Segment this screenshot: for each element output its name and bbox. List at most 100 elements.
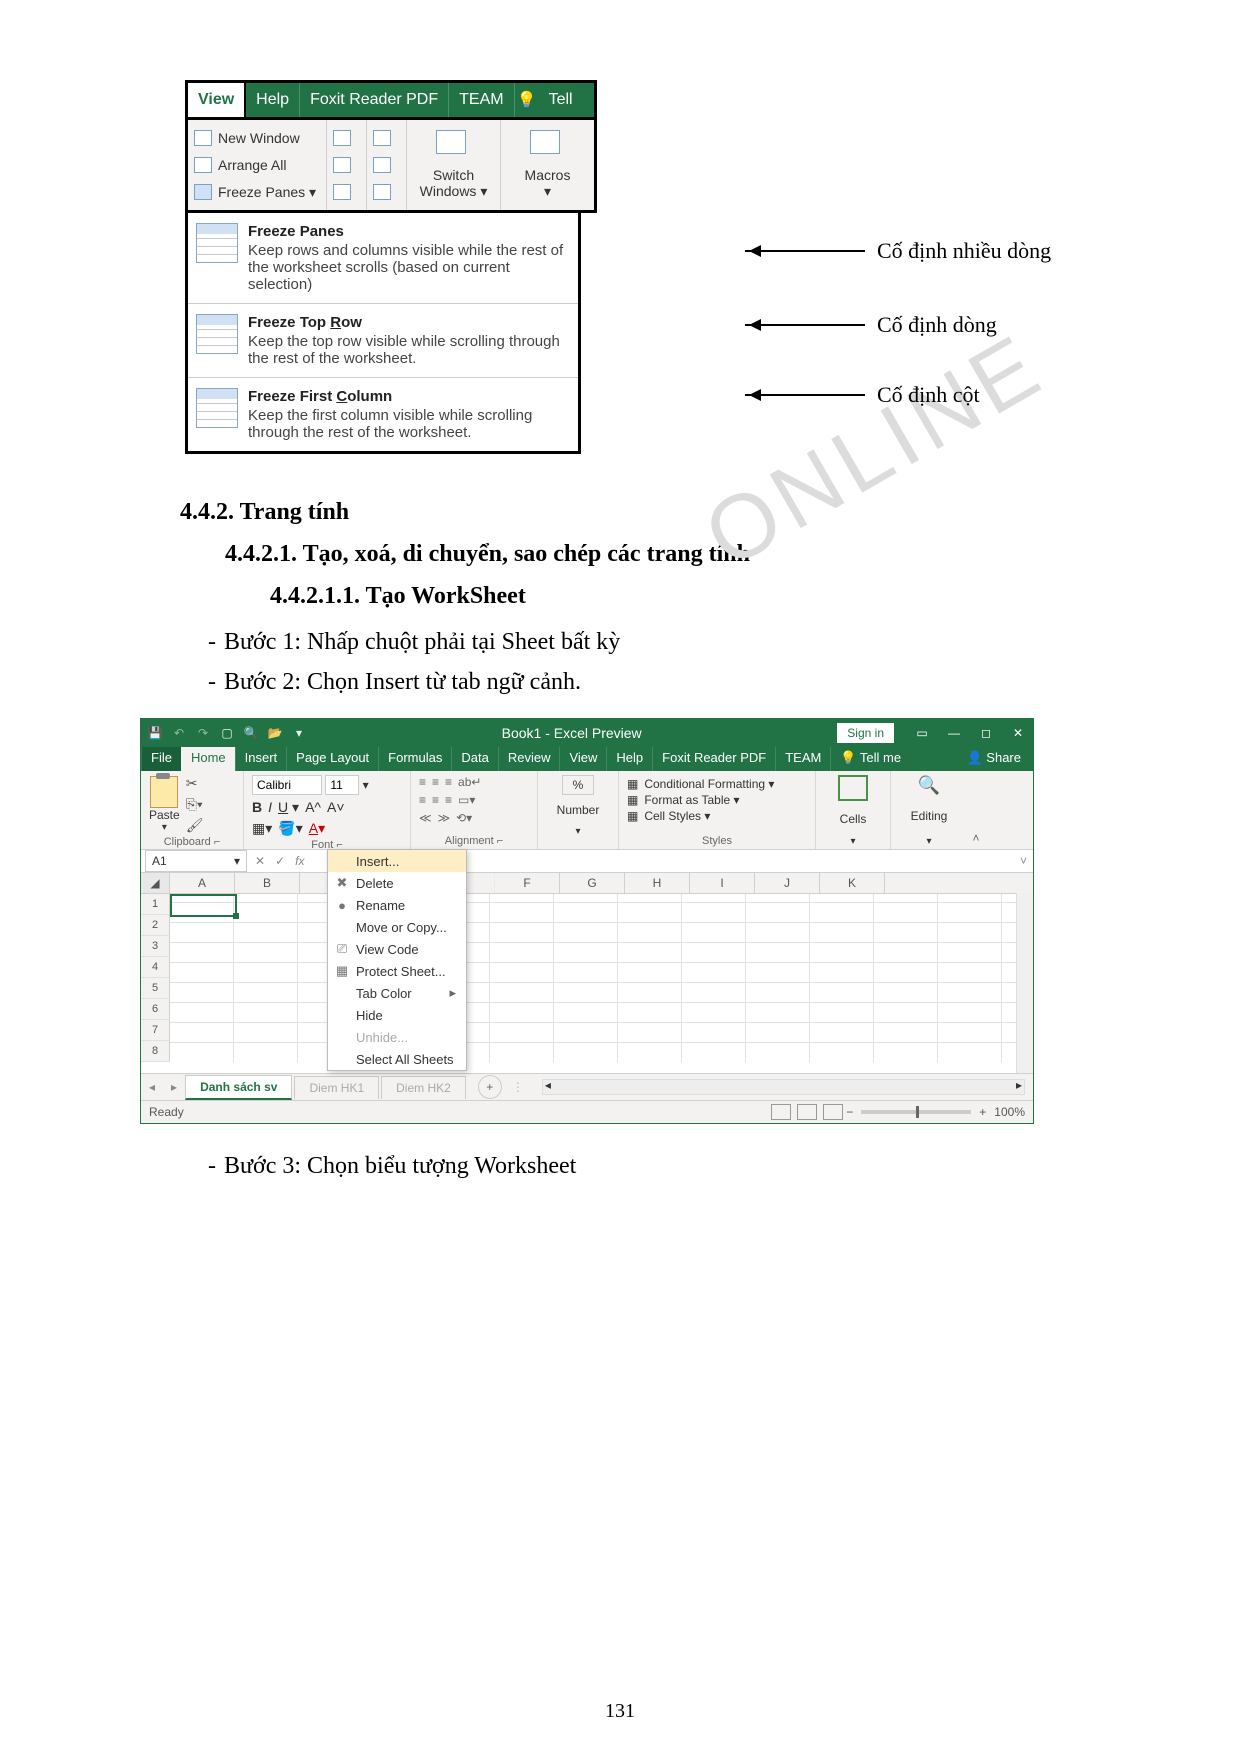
tab-help2[interactable]: Help [606, 747, 652, 771]
col-header[interactable]: A [170, 873, 235, 893]
maximize-icon[interactable]: ◻ [977, 726, 995, 740]
worksheet-grid[interactable]: ◢ A B C D E F G H I J K 1 2 3 4 5 [141, 873, 1033, 1073]
ctx-select-all-sheets[interactable]: Select All Sheets [328, 1048, 466, 1070]
bold-button[interactable]: B [252, 799, 262, 816]
collapse-ribbon-icon[interactable]: ˄ [967, 831, 985, 845]
col-header[interactable]: K [820, 873, 885, 893]
col-header[interactable]: H [625, 873, 690, 893]
ctx-view-code[interactable]: ⎚View Code [328, 938, 466, 960]
ctx-rename[interactable]: ●Rename [328, 894, 466, 916]
save-icon[interactable]: 💾 [147, 725, 163, 741]
row-header[interactable]: 8 [141, 1041, 170, 1062]
tab-team[interactable]: TEAM [449, 83, 514, 117]
decrease-indent-icon[interactable]: ≪ [419, 811, 432, 825]
sheet-nav-next[interactable]: ▸ [163, 1080, 185, 1094]
align-bottom-icon[interactable]: ≡ [445, 775, 452, 789]
vertical-scrollbar[interactable] [1016, 893, 1033, 1073]
unhide-icon[interactable] [333, 184, 351, 200]
align-center-icon[interactable]: ≡ [432, 793, 439, 807]
increase-indent-icon[interactable]: ≫ [438, 811, 451, 825]
fill-color-button[interactable]: 🪣▾ [278, 820, 302, 837]
enter-formula-icon[interactable]: ✓ [275, 854, 285, 868]
row-header[interactable]: 5 [141, 978, 170, 999]
new-file-icon[interactable]: ▢ [219, 725, 235, 741]
row-header[interactable]: 2 [141, 915, 170, 936]
tab-foxit2[interactable]: Foxit Reader PDF [652, 747, 775, 771]
active-cell[interactable] [170, 894, 237, 917]
page-layout-view-icon[interactable] [797, 1104, 817, 1120]
align-left-icon[interactable]: ≡ [419, 793, 426, 807]
normal-view-icon[interactable] [771, 1104, 791, 1120]
tab-tellme[interactable]: 💡 Tell me [830, 747, 910, 771]
border-button[interactable]: ▦▾ [252, 820, 272, 837]
zoom-slider[interactable] [861, 1110, 971, 1114]
fx-icon[interactable]: fx [295, 854, 304, 868]
tab-view2[interactable]: View [559, 747, 606, 771]
font-size-input[interactable] [325, 775, 359, 795]
font-color-button[interactable]: A▾ [309, 820, 325, 837]
conditional-formatting-button[interactable]: ▦ Conditional Formatting ▾ [627, 777, 807, 791]
page-break-view-icon[interactable] [823, 1104, 843, 1120]
ctx-insert[interactable]: Insert... [328, 850, 466, 872]
format-as-table-button[interactable]: ▦ Format as Table ▾ [627, 793, 807, 807]
menu-freeze-top-row[interactable]: Freeze Top Row Keep the top row visible … [188, 303, 578, 377]
ctx-tab-color[interactable]: Tab Color▸ [328, 982, 466, 1004]
undo-icon[interactable]: ↶ [171, 725, 187, 741]
macros-button[interactable]: Macros▾ [501, 120, 594, 210]
cancel-formula-icon[interactable]: ✕ [255, 854, 265, 868]
split-icon[interactable] [333, 130, 351, 146]
arrange-all-button[interactable]: Arrange All [194, 157, 320, 173]
minimize-icon[interactable]: — [945, 726, 963, 740]
tab-foxit[interactable]: Foxit Reader PDF [300, 83, 449, 117]
open-icon[interactable]: 📂 [267, 725, 283, 741]
tab-data[interactable]: Data [451, 747, 497, 771]
tab-insert[interactable]: Insert [235, 747, 287, 771]
hide-icon[interactable] [333, 157, 351, 173]
qat-more-icon[interactable]: ▾ [291, 725, 307, 741]
cells-icon[interactable] [838, 775, 868, 801]
copy-icon[interactable]: ⎘▾ [186, 796, 204, 813]
tab-team2[interactable]: TEAM [775, 747, 830, 771]
zoom-level[interactable]: 100% [994, 1105, 1025, 1119]
tab-view[interactable]: View [186, 81, 246, 119]
tab-review[interactable]: Review [498, 747, 560, 771]
ctx-move-copy[interactable]: Move or Copy... [328, 916, 466, 938]
align-top-icon[interactable]: ≡ [419, 775, 426, 789]
sheet-tab-2[interactable]: Diem HK1 [294, 1076, 379, 1099]
redo-icon[interactable]: ↷ [195, 725, 211, 741]
percent-button[interactable]: % [562, 775, 595, 795]
select-all-corner[interactable]: ◢ [141, 873, 170, 893]
expand-formula-bar-icon[interactable]: ˅ [1020, 854, 1027, 868]
ctx-protect-sheet[interactable]: ▦Protect Sheet... [328, 960, 466, 982]
sheet-tab-1[interactable]: Danh sách sv [185, 1075, 292, 1100]
sign-in-button[interactable]: Sign in [836, 722, 895, 744]
row-header[interactable]: 7 [141, 1020, 170, 1041]
tab-file[interactable]: File [141, 747, 181, 771]
italic-button[interactable]: I [268, 799, 272, 816]
tab-help[interactable]: Help [246, 83, 300, 117]
sheet-tab-3[interactable]: Diem HK2 [381, 1076, 466, 1099]
wrap-text-icon[interactable]: ab↵ [458, 775, 481, 789]
close-icon[interactable]: ✕ [1009, 726, 1027, 740]
menu-freeze-panes[interactable]: Freeze Panes Keep rows and columns visib… [188, 213, 578, 303]
tab-tell[interactable]: Tell [539, 83, 583, 117]
cut-icon[interactable]: ✂ [186, 775, 204, 792]
ribbon-options-icon[interactable]: ▭ [913, 726, 931, 740]
tab-formulas[interactable]: Formulas [378, 747, 451, 771]
align-right-icon[interactable]: ≡ [445, 793, 452, 807]
row-header[interactable]: 4 [141, 957, 170, 978]
col-header[interactable]: G [560, 873, 625, 893]
row-header[interactable]: 6 [141, 999, 170, 1020]
row-header[interactable]: 1 [141, 894, 170, 915]
underline-button[interactable]: U ▾ [278, 799, 299, 816]
col-header[interactable]: F [495, 873, 560, 893]
orientation-icon[interactable]: ⟲▾ [456, 811, 472, 825]
ctx-hide[interactable]: Hide [328, 1004, 466, 1026]
new-window-button[interactable]: New Window [194, 130, 320, 146]
reset-pos-icon[interactable] [373, 184, 391, 200]
switch-windows-button[interactable]: SwitchWindows ▾ [407, 120, 501, 210]
row-header[interactable]: 3 [141, 936, 170, 957]
font-name-input[interactable] [252, 775, 322, 795]
col-header[interactable]: J [755, 873, 820, 893]
new-sheet-button[interactable]: + [478, 1075, 502, 1099]
